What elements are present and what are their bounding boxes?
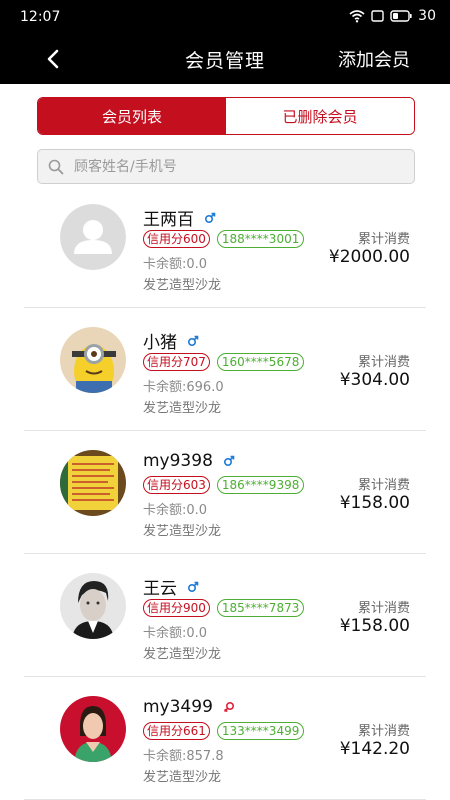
- salon-name: 发艺造型沙龙: [143, 647, 222, 662]
- consumption-amount: ¥158.00: [339, 616, 410, 636]
- salon-name: 发艺造型沙龙: [143, 401, 222, 416]
- wifi-icon: [349, 10, 365, 23]
- male-icon: [187, 335, 199, 346]
- salon-name: 发艺造型沙龙: [143, 524, 222, 539]
- default-avatar: [60, 204, 126, 270]
- battery-icon: [390, 10, 412, 22]
- consumption-amount: ¥142.20: [339, 739, 410, 759]
- male-icon: [204, 212, 216, 223]
- screen-icon: [371, 10, 384, 22]
- status-time: 12:07: [20, 9, 61, 25]
- minion-avatar: [60, 327, 126, 393]
- credit-score-badge: 信用分900: [143, 599, 210, 617]
- card-balance: 卡余额:857.8: [143, 749, 224, 764]
- status-icons: 30: [349, 8, 436, 24]
- phone-badge: 188****3001: [216, 230, 305, 248]
- member-row[interactable]: 王云 信用分900 185****7873 卡余额:0.0 发艺造型沙龙 累计消…: [0, 554, 450, 677]
- consumption-amount: ¥2000.00: [328, 247, 410, 267]
- credit-score-badge: 信用分661: [143, 722, 210, 740]
- credit-score-badge: 信用分600: [143, 230, 210, 248]
- search-box: [37, 149, 415, 184]
- card-balance: 卡余额:0.0: [143, 626, 208, 641]
- member-name: 王云: [143, 579, 177, 599]
- member-row[interactable]: my9398 信用分603 186****9398 卡余额:0.0 发艺造型沙龙…: [0, 431, 450, 554]
- member-name: 王两百: [143, 210, 194, 230]
- credit-score-badge: 信用分707: [143, 353, 210, 371]
- member-tabs: 会员列表 已删除会员: [37, 97, 415, 135]
- nav-bar: 会员管理 添加会员: [0, 34, 450, 84]
- man-portrait-avatar: [60, 573, 126, 639]
- consumption-amount: ¥304.00: [339, 370, 410, 390]
- male-icon: [223, 455, 235, 467]
- salon-name: 发艺造型沙龙: [143, 278, 222, 293]
- status-bar: 12:07 30: [0, 0, 450, 34]
- member-name: 小猪: [143, 333, 177, 353]
- consumption-label: 累计消费: [357, 355, 410, 370]
- member-name: my9398: [143, 451, 213, 471]
- member-row[interactable]: my3499 信用分661 133****3499 卡余额:857.8 发艺造型…: [0, 677, 450, 800]
- phone-badge: 160****5678: [216, 353, 305, 371]
- salon-name: 发艺造型沙龙: [143, 770, 222, 785]
- consumption-label: 累计消费: [357, 478, 410, 493]
- search-icon: [48, 159, 64, 174]
- card-balance: 卡余额:696.0: [143, 380, 224, 395]
- male-icon: [187, 581, 199, 592]
- member-name: my3499: [143, 697, 213, 717]
- add-member-button[interactable]: 添加会员: [338, 46, 410, 72]
- member-list: 王两百 信用分600 188****3001 卡余额:0.0 发艺造型沙龙 累计…: [0, 185, 450, 800]
- menu-board-avatar: [60, 450, 126, 516]
- woman-portrait-avatar: [60, 696, 126, 762]
- member-row[interactable]: 王两百 信用分600 188****3001 卡余额:0.0 发艺造型沙龙 累计…: [0, 185, 450, 308]
- consumption-amount: ¥158.00: [339, 493, 410, 513]
- credit-score-badge: 信用分603: [143, 476, 210, 494]
- battery-level: 30: [418, 8, 436, 24]
- consumption-label: 累计消费: [357, 724, 410, 739]
- tab-member-list[interactable]: 会员列表: [38, 98, 226, 134]
- search-input[interactable]: [72, 157, 396, 176]
- consumption-label: 累计消费: [357, 232, 410, 247]
- member-row[interactable]: 小猪 信用分707 160****5678 卡余额:696.0 发艺造型沙龙 累…: [0, 308, 450, 431]
- consumption-label: 累计消费: [357, 601, 410, 616]
- phone-badge: 186****9398: [216, 476, 305, 494]
- female-icon: [223, 701, 234, 713]
- phone-badge: 133****3499: [216, 722, 305, 740]
- card-balance: 卡余额:0.0: [143, 503, 208, 518]
- phone-badge: 185****7873: [216, 599, 305, 617]
- card-balance: 卡余额:0.0: [143, 257, 208, 272]
- tab-deleted-members[interactable]: 已删除会员: [226, 98, 414, 134]
